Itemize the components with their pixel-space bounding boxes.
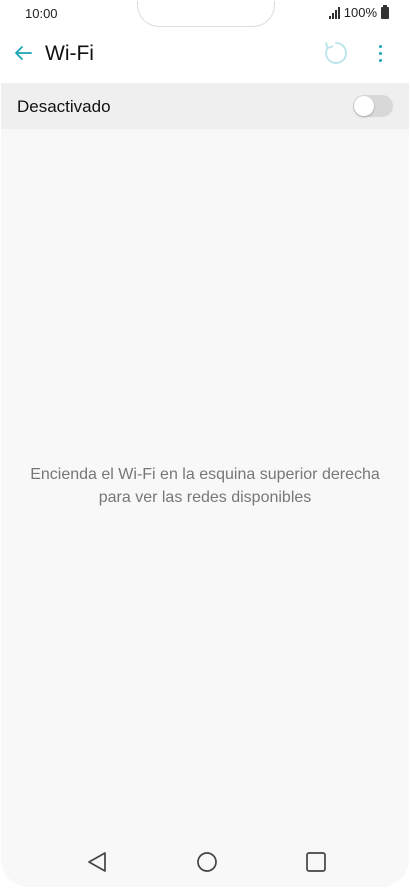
empty-state-message: Encienda el Wi-Fi en la esquina superior… <box>1 463 409 509</box>
circle-home-icon <box>197 852 217 872</box>
square-recent-icon <box>306 852 326 872</box>
app-bar: Wi-Fi <box>1 29 409 84</box>
wifi-toggle-row[interactable]: Desactivado <box>1 83 409 129</box>
empty-state-line1: Encienda el Wi-Fi en la esquina superior… <box>30 466 380 483</box>
phone-screen: 10:00 100% Wi-Fi Desactivado Encienda el… <box>1 1 409 887</box>
more-vert-icon-dot <box>378 44 382 48</box>
status-time: 10:00 <box>25 6 58 21</box>
page-title: Wi-Fi <box>45 42 94 65</box>
refresh-icon <box>325 42 347 64</box>
navigation-bar <box>1 837 409 887</box>
status-bar: 10:00 100% <box>1 1 409 29</box>
nav-recent-button[interactable] <box>301 847 331 877</box>
nav-home-button[interactable] <box>192 847 222 877</box>
battery-icon <box>381 4 389 19</box>
more-vert-icon-dot <box>378 51 382 55</box>
back-button[interactable] <box>11 41 35 65</box>
signal-icon <box>328 6 340 19</box>
more-vert-icon-dot <box>378 58 382 62</box>
display-notch <box>137 1 275 27</box>
empty-state-line2: para ver las redes disponibles <box>98 489 312 506</box>
wifi-switch[interactable] <box>353 95 393 117</box>
battery-percent: 100% <box>343 5 377 20</box>
nav-back-button[interactable] <box>83 847 113 877</box>
wifi-status-label: Desactivado <box>17 97 111 116</box>
refresh-button[interactable] <box>323 40 349 66</box>
arrow-left-icon <box>15 46 32 60</box>
status-indicators: 100% <box>328 4 389 20</box>
switch-knob <box>354 96 374 116</box>
more-options-button[interactable] <box>375 40 385 66</box>
triangle-back-icon <box>88 852 106 872</box>
